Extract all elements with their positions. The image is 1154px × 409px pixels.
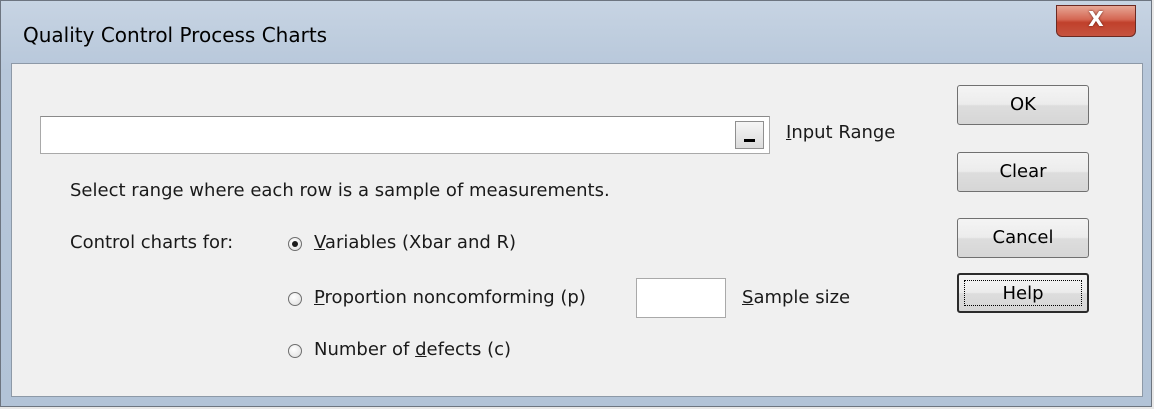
radio-proportion[interactable] (288, 292, 302, 306)
input-range-label: Input Range (786, 122, 896, 143)
radio-variables[interactable] (288, 237, 302, 251)
close-button[interactable]: X (1056, 5, 1136, 37)
control-charts-label: Control charts for: (70, 232, 234, 253)
collapse-dialog-icon (744, 139, 755, 142)
help-button[interactable]: Help (957, 273, 1089, 313)
input-range-field[interactable] (40, 116, 770, 154)
range-select-button[interactable] (735, 121, 764, 149)
radio-proportion-label[interactable]: Proportion noncomforming (p) (314, 287, 586, 308)
radio-variables-label[interactable]: Variables (Xbar and R) (314, 232, 516, 253)
radio-defects[interactable] (288, 344, 302, 358)
clear-button-label: Clear (999, 161, 1047, 182)
instruction-text: Select range where each row is a sample … (70, 180, 610, 201)
sample-size-label: Sample size (742, 287, 851, 308)
radio-defects-label[interactable]: Number of defects (c) (314, 339, 511, 360)
dialog-window: Quality Control Process Charts X Input R… (0, 0, 1152, 407)
clear-button[interactable]: Clear (957, 152, 1089, 192)
cancel-button-label: Cancel (992, 227, 1054, 248)
sample-size-field[interactable] (636, 278, 726, 318)
close-icon: X (1088, 7, 1104, 31)
ok-button[interactable]: OK (957, 85, 1089, 125)
ok-button-label: OK (1010, 94, 1036, 115)
help-button-label: Help (1002, 283, 1044, 304)
window-title: Quality Control Process Charts (23, 23, 328, 47)
cancel-button[interactable]: Cancel (957, 218, 1089, 258)
dialog-body: Input Range Select range where each row … (11, 63, 1143, 397)
